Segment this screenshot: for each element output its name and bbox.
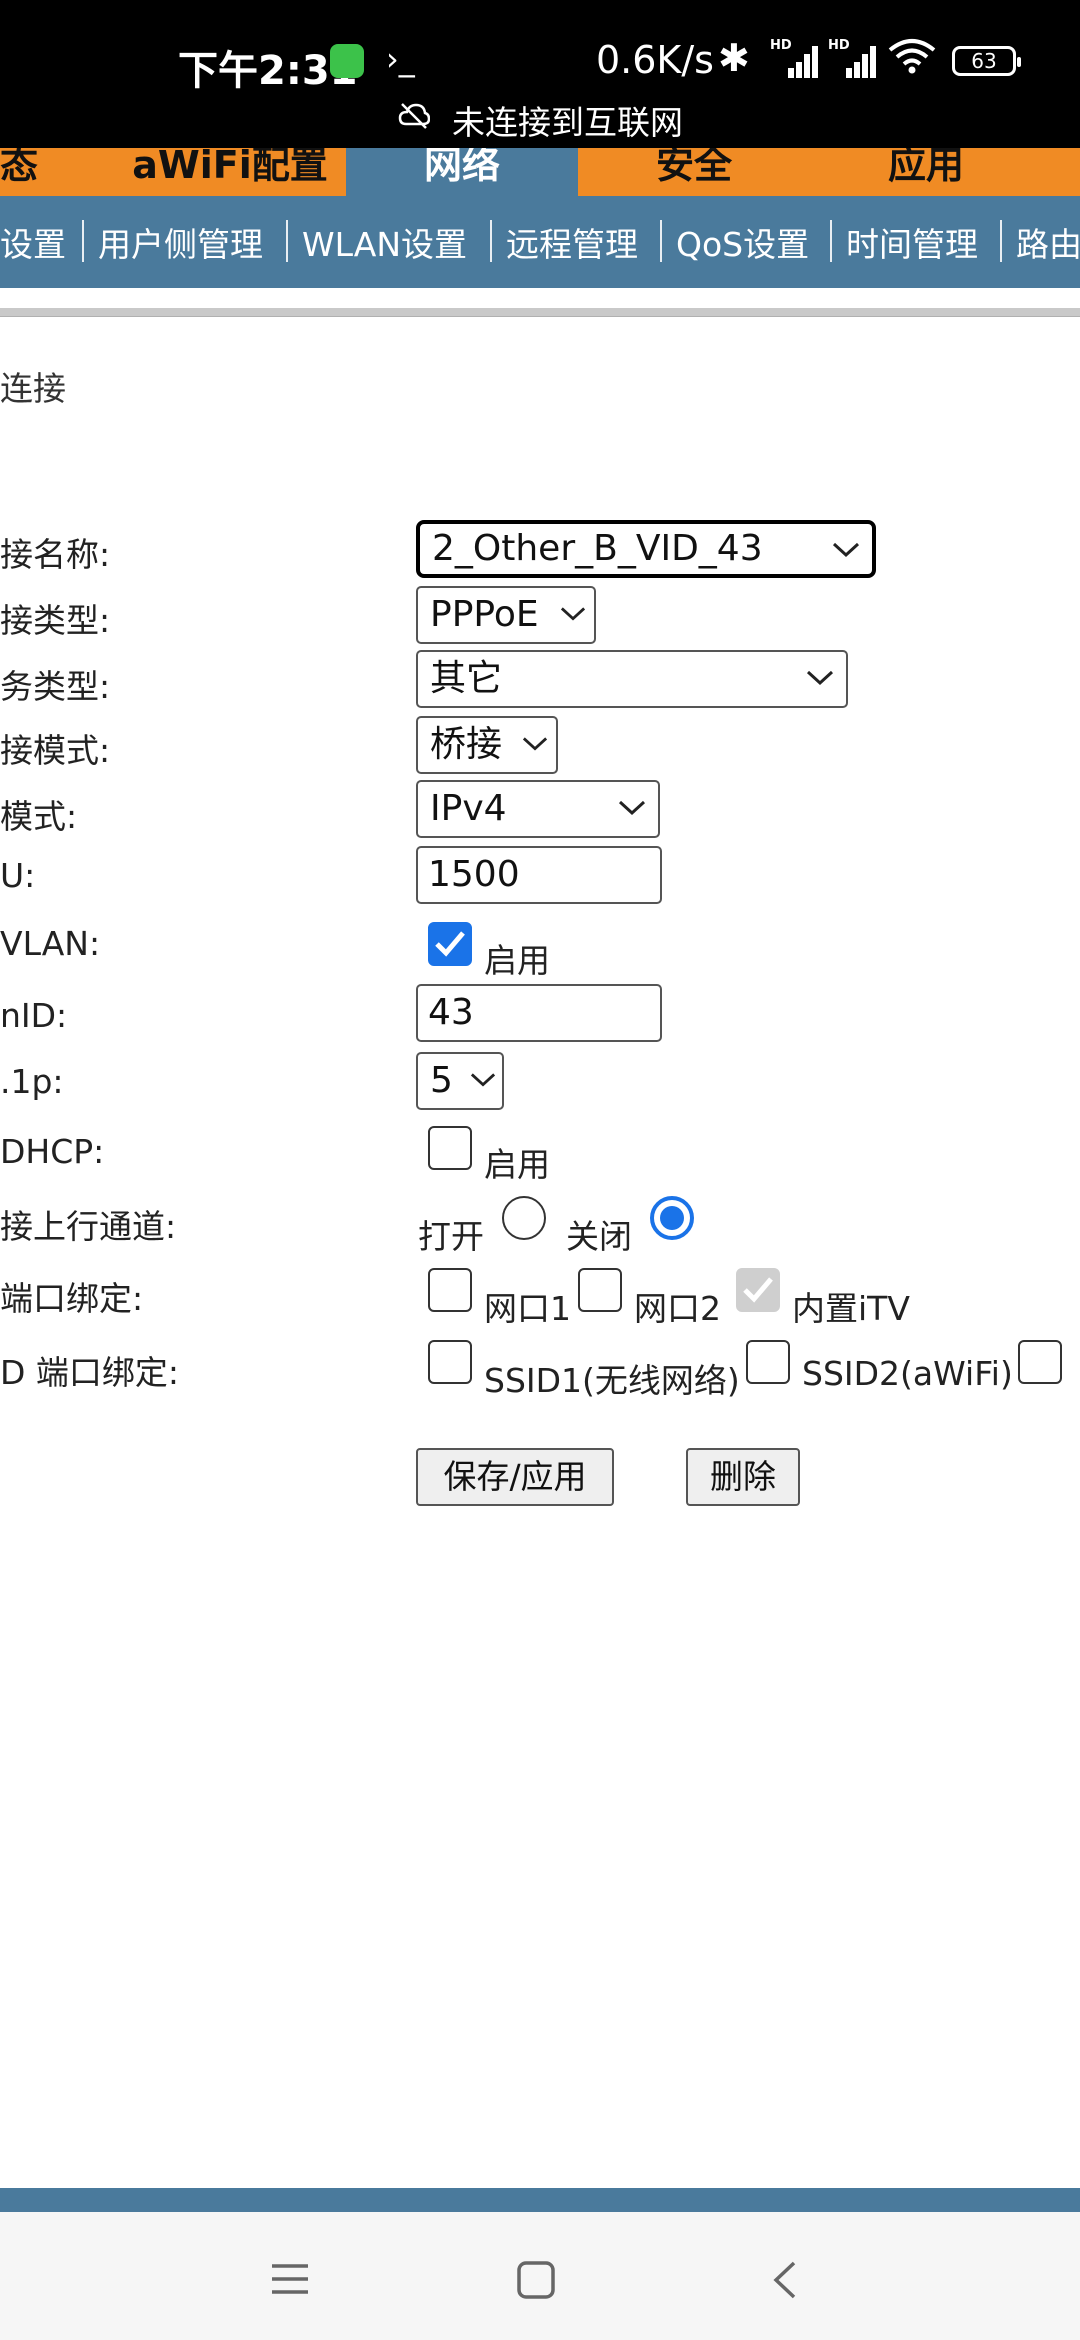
ssid2-checkbox[interactable] xyxy=(746,1340,790,1384)
chevron-down-icon xyxy=(470,1054,496,1088)
vlan-id-input[interactable]: 43 xyxy=(416,984,662,1042)
ssid1-label: SSID1(无线网络) xyxy=(484,1361,740,1400)
lan-port-1-label: 网口1 xyxy=(484,1289,571,1328)
delete-button[interactable]: 删除 xyxy=(686,1448,800,1506)
dhcp-enable-label: 启用 xyxy=(484,1145,550,1184)
label-connection-mode: 接模式: xyxy=(0,731,111,770)
save-apply-button[interactable]: 保存/应用 xyxy=(416,1448,614,1506)
ssid3-checkbox[interactable] xyxy=(1018,1340,1062,1384)
menu-icon[interactable] xyxy=(270,2262,310,2300)
terminal-icon: ›_ xyxy=(386,40,415,78)
service-type-select[interactable]: 其它 xyxy=(416,650,848,708)
label-mtu: U: xyxy=(0,856,36,895)
upstream-open-radio[interactable] xyxy=(502,1196,546,1240)
vlan-enable-checkbox[interactable] xyxy=(428,922,472,966)
network-speed: 0.6K/s xyxy=(596,38,714,82)
chevron-down-icon xyxy=(832,524,860,558)
signal-hd-label: HD xyxy=(770,38,792,53)
label-ssid-binding: D 端口绑定: xyxy=(0,1353,180,1392)
connection-name-select[interactable]: 2_Other_B_VID_43 xyxy=(416,520,876,578)
service-type-value: 其它 xyxy=(430,658,503,699)
connection-type-select[interactable]: PPPoE xyxy=(416,586,596,644)
tab-status[interactable]: 态 xyxy=(0,148,60,196)
cloud-off-icon xyxy=(398,102,431,130)
subnav-separator xyxy=(82,220,84,262)
content-divider xyxy=(0,308,1080,317)
subnav-item-remote[interactable]: 远程管理 xyxy=(506,218,638,266)
subnav-separator xyxy=(490,220,492,262)
checkmark-icon xyxy=(743,1277,773,1303)
back-icon[interactable] xyxy=(770,2260,800,2304)
connection-type-value: PPPoE xyxy=(430,594,539,635)
connection-mode-value: 桥接 xyxy=(430,724,503,765)
lan-port-2-label: 网口2 xyxy=(634,1289,721,1328)
subnav-item-user-side[interactable]: 用户侧管理 xyxy=(98,218,263,266)
bluetooth-icon: ✱ xyxy=(718,36,750,80)
label-priority: .1p: xyxy=(0,1062,64,1101)
lan-port-1-checkbox[interactable] xyxy=(428,1268,472,1312)
subnav-separator xyxy=(660,220,662,262)
signal-icon: HD xyxy=(828,38,878,78)
wifi-icon xyxy=(888,38,936,83)
label-vlan: VLAN: xyxy=(0,924,101,963)
subnav-item-wlan[interactable]: WLAN设置 xyxy=(302,218,467,266)
upstream-close-label: 关闭 xyxy=(566,1217,632,1256)
upstream-open-label: 打开 xyxy=(418,1217,484,1256)
subnav-item-routing[interactable]: 路由 xyxy=(1016,218,1080,266)
chevron-down-icon xyxy=(806,652,834,686)
battery-icon: 63 xyxy=(952,46,1021,76)
label-service-type: 务类型: xyxy=(0,667,111,706)
network-status: 未连接到互联网 xyxy=(452,103,683,142)
ssid2-label: SSID2(aWiFi) xyxy=(802,1354,1013,1393)
subnav-item-qos[interactable]: QoS设置 xyxy=(676,218,809,266)
ip-mode-value: IPv4 xyxy=(430,788,507,829)
app-notification-icon xyxy=(330,44,364,78)
system-navigation-bar xyxy=(0,2212,1080,2340)
ip-mode-select[interactable]: IPv4 xyxy=(416,780,660,838)
home-icon[interactable] xyxy=(516,2260,556,2304)
connection-name-value: 2_Other_B_VID_43 xyxy=(432,528,763,569)
chevron-down-icon xyxy=(560,588,586,622)
vlan-enable-label: 启用 xyxy=(484,941,550,980)
itv-port-label: 内置iTV xyxy=(792,1289,910,1328)
subnav-separator xyxy=(1000,220,1002,262)
tab-awifi-config[interactable]: aWiFi配置 xyxy=(116,148,344,196)
label-upstream: 接上行通道: xyxy=(0,1207,177,1246)
priority-value: 5 xyxy=(430,1060,453,1101)
signal-icon: HD xyxy=(770,38,820,78)
chevron-down-icon xyxy=(618,782,646,816)
label-vlan-id: nID: xyxy=(0,996,68,1035)
page-footer-bar xyxy=(0,2188,1080,2212)
label-connection-name: 接名称: xyxy=(0,535,111,574)
checkmark-icon xyxy=(435,931,465,957)
itv-port-checkbox xyxy=(736,1268,780,1312)
sub-navigation: 设置 用户侧管理 WLAN设置 远程管理 QoS设置 时间管理 路由 xyxy=(0,196,1080,288)
label-ip-mode: 模式: xyxy=(0,797,78,836)
priority-select[interactable]: 5 xyxy=(416,1052,504,1110)
ssid1-checkbox[interactable] xyxy=(428,1340,472,1384)
tab-application[interactable]: 应用 xyxy=(812,148,1040,196)
status-bar: 下午2:31 ›_ 0.6K/s ✱ HD HD 63 未连接到互联网 xyxy=(0,0,1080,148)
subnav-item-settings[interactable]: 设置 xyxy=(0,218,66,266)
subnav-separator xyxy=(830,220,832,262)
top-tabs: 态 aWiFi配置 网络 安全 应用 xyxy=(0,148,1080,196)
subnav-separator xyxy=(286,220,288,262)
content-spacer xyxy=(0,288,1080,310)
tab-network[interactable]: 网络 xyxy=(346,148,578,196)
subnav-item-time[interactable]: 时间管理 xyxy=(846,218,978,266)
label-dhcp: DHCP: xyxy=(0,1132,105,1171)
upstream-close-radio[interactable] xyxy=(650,1196,694,1240)
label-lan-binding: 端口绑定: xyxy=(0,1279,144,1318)
section-title: 连接 xyxy=(0,369,66,408)
signal-hd-label: HD xyxy=(828,38,850,53)
lan-port-2-checkbox[interactable] xyxy=(578,1268,622,1312)
mtu-input[interactable]: 1500 xyxy=(416,846,662,904)
chevron-down-icon xyxy=(522,718,548,752)
connection-mode-select[interactable]: 桥接 xyxy=(416,716,558,774)
dhcp-enable-checkbox[interactable] xyxy=(428,1126,472,1170)
tab-security[interactable]: 安全 xyxy=(580,148,808,196)
label-connection-type: 接类型: xyxy=(0,601,111,640)
